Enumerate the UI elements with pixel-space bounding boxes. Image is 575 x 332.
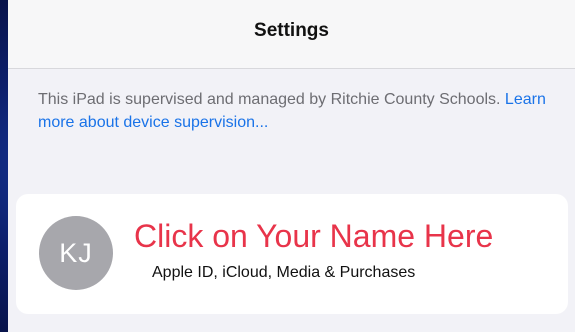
navigation-bar: Settings [8,0,575,69]
desktop-background: Settings This iPad is supervised and man… [0,0,575,332]
profile-subtitle: Apple ID, iCloud, Media & Purchases [152,264,416,281]
supervision-notice: This iPad is supervised and managed by R… [38,88,558,134]
avatar: KJ [39,216,113,290]
supervision-text: This iPad is supervised and managed by R… [38,91,505,108]
page-title: Settings [254,20,329,41]
instruction-annotation: Click on Your Name Here [134,218,494,254]
ipad-screen: Settings This iPad is supervised and man… [8,0,575,332]
apple-id-profile-row[interactable]: KJ Click on Your Name Here Apple ID, iCl… [16,194,568,314]
